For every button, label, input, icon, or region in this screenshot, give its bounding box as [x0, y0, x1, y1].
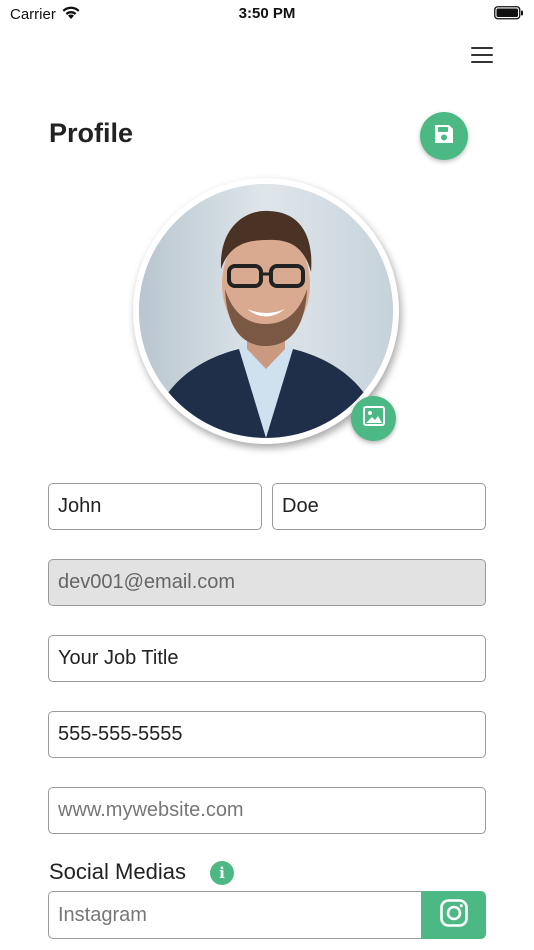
- info-icon[interactable]: i: [210, 861, 234, 885]
- first-name-field[interactable]: John: [48, 483, 262, 530]
- hamburger-icon-line: [471, 54, 493, 56]
- status-bar: Carrier 3:50 PM: [0, 0, 534, 30]
- last-name-field[interactable]: Doe: [272, 483, 486, 530]
- status-time: 3:50 PM: [238, 5, 296, 22]
- page-title: Profile: [49, 118, 134, 148]
- save-button[interactable]: [420, 112, 468, 160]
- battery-icon: [494, 6, 524, 24]
- phone-field[interactable]: 555-555-5555: [48, 711, 486, 758]
- instagram-input[interactable]: Instagram: [48, 891, 422, 939]
- floppy-disk-icon: [432, 122, 456, 151]
- hamburger-icon-line: [471, 47, 493, 49]
- change-photo-button[interactable]: [351, 396, 396, 441]
- job-title-field[interactable]: Your Job Title: [48, 635, 486, 682]
- profile-photo: [139, 184, 393, 438]
- image-icon: [362, 406, 385, 431]
- instagram-icon: [439, 898, 469, 933]
- instagram-button[interactable]: [421, 891, 486, 939]
- avatar: [139, 184, 393, 438]
- social-medias-label: Social Medias: [49, 859, 186, 884]
- profile-screen: Carrier 3:50 PM Profile John Doe dev001@…: [0, 0, 534, 950]
- email-field: dev001@email.com: [48, 559, 486, 606]
- website-field[interactable]: www.mywebsite.com: [48, 787, 486, 834]
- hamburger-icon-line: [471, 61, 493, 63]
- menu-button[interactable]: [466, 42, 498, 68]
